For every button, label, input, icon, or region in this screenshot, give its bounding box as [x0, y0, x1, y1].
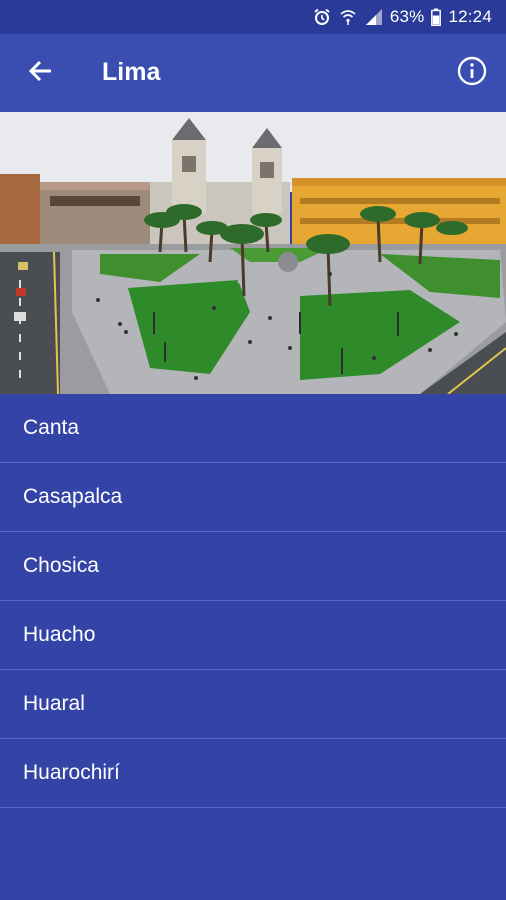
info-icon [457, 56, 487, 91]
alarm-icon [312, 7, 332, 27]
list-item-label: Canta [23, 416, 80, 439]
app-bar: Lima [0, 34, 506, 112]
list-item[interactable]: Huaral [0, 670, 506, 739]
wifi-icon [338, 7, 358, 27]
list-item-label: Huacho [23, 623, 96, 646]
clock: 12:24 [448, 7, 492, 26]
list-item-label: Casapalca [23, 485, 123, 508]
hero-image [0, 112, 506, 394]
battery-icon [430, 7, 442, 27]
list-item-label: Chosica [23, 554, 99, 577]
battery-percent: 63% [389, 7, 425, 26]
list-item-label: Huaral [23, 692, 85, 715]
city-list: Canta Casapalca Chosica Huacho Huaral Hu… [0, 394, 506, 808]
signal-icon [364, 7, 384, 27]
status-bar: 63% 12:24 [0, 0, 506, 34]
list-item-label: Huarochirí [23, 761, 120, 784]
arrow-left-icon [27, 58, 53, 89]
list-item[interactable]: Huacho [0, 601, 506, 670]
list-item[interactable]: Huarochirí [0, 739, 506, 808]
list-item[interactable]: Chosica [0, 532, 506, 601]
back-button[interactable] [20, 55, 60, 91]
list-item[interactable]: Canta [0, 394, 506, 463]
info-button[interactable] [454, 55, 490, 91]
page-title: Lima [102, 58, 161, 86]
list-item[interactable]: Casapalca [0, 463, 506, 532]
